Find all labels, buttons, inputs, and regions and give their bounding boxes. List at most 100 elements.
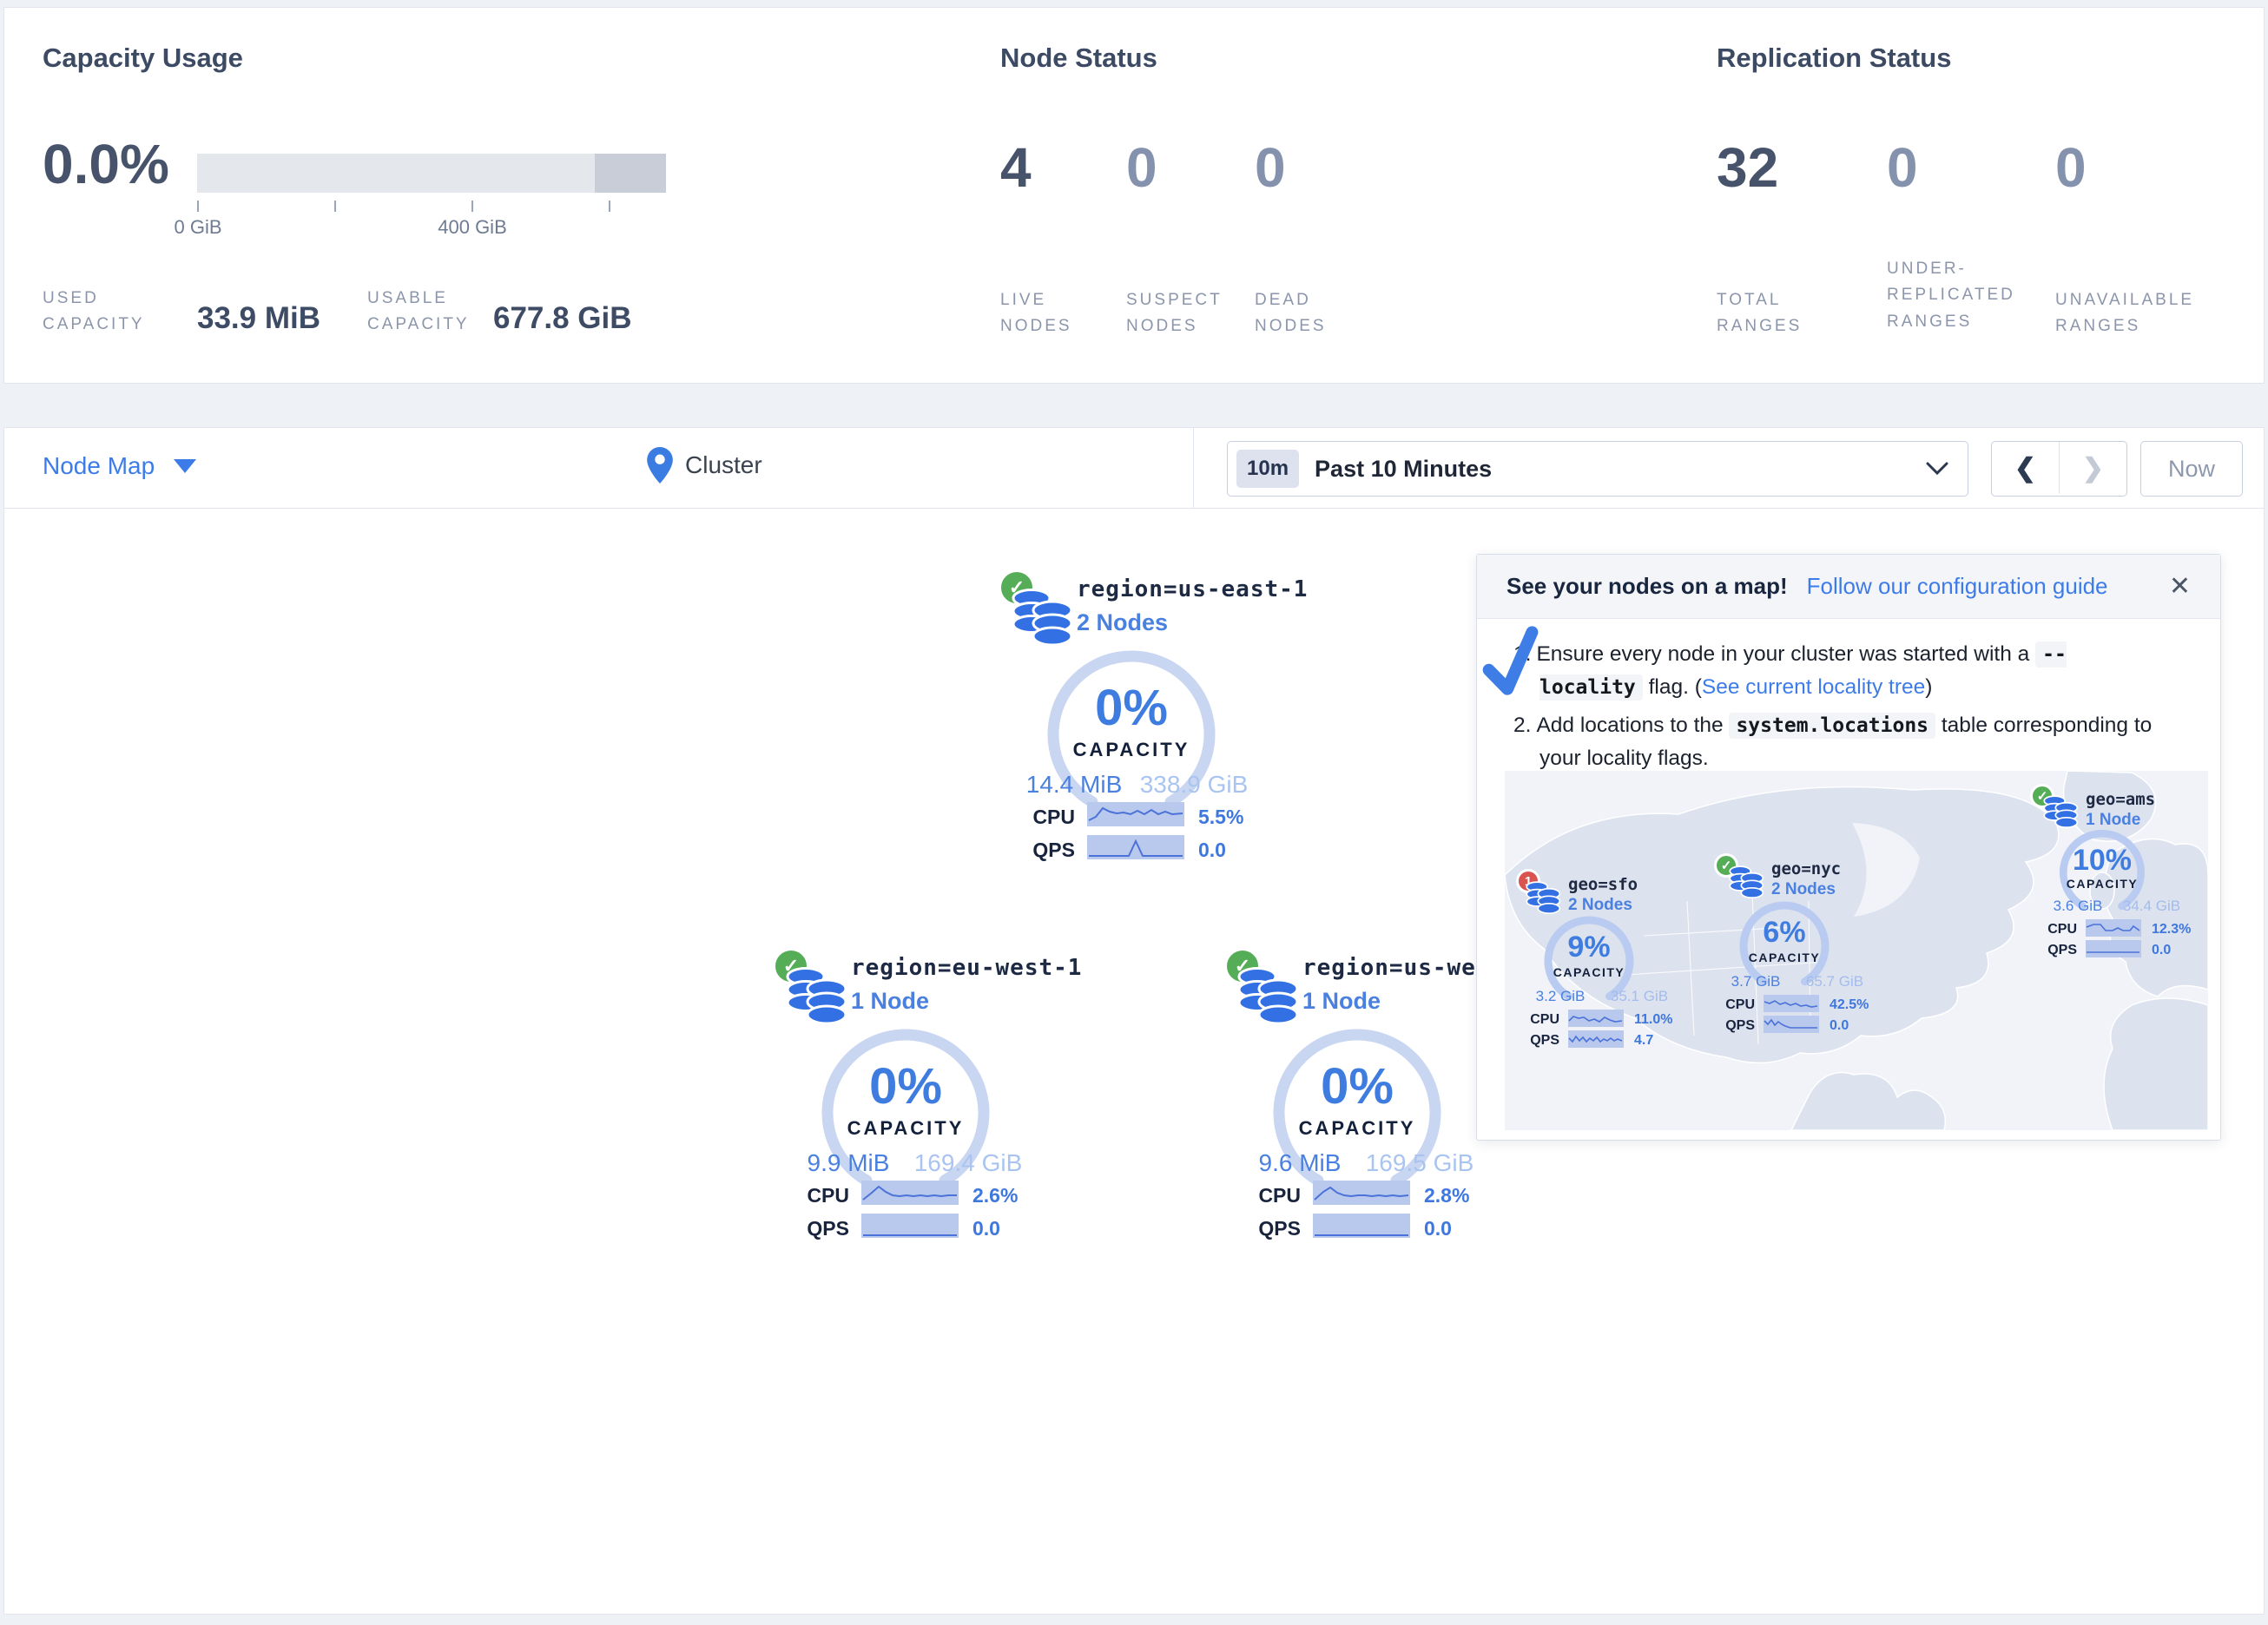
step-1: 1.Ensure every node in your cluster was … [1539, 638, 2161, 704]
locality-tree-link[interactable]: See current locality tree [1702, 675, 1925, 699]
dead-nodes-count: 0 [1255, 140, 1286, 195]
axis-tick-label-0: 0 GiB [174, 216, 221, 239]
database-nodes-icon [1236, 965, 1300, 1026]
now-button[interactable]: Now [2140, 441, 2243, 497]
cpu-value: 5.5% [1198, 806, 1243, 829]
usable-capacity-label: USABLE CAPACITY [367, 286, 470, 339]
under-replicated-label: UNDER- REPLICATED RANGES [1887, 256, 2015, 335]
gauge-total-value: 338.9 GiB [1129, 771, 1259, 799]
under-replicated-count: 0 [1887, 140, 1918, 195]
popup-steps: 1.Ensure every node in your cluster was … [1539, 638, 2161, 775]
configuration-guide-link[interactable]: Follow our configuration guide [1807, 573, 2108, 600]
system-locations-code: system.locations [1729, 713, 1935, 739]
cpu-sparkline [1568, 1010, 1624, 1027]
step-1-text-c: ) [1925, 675, 1932, 699]
qps-label: QPS [2039, 943, 2077, 958]
step-1-text: Ensure every node in your cluster was st… [1536, 642, 2035, 666]
gauge-total-value: 169.4 GiB [903, 1149, 1033, 1177]
gauge-percent: 0% [1270, 1057, 1444, 1115]
gauge-percent: 0% [1045, 679, 1218, 737]
step-2-text: Add locations to the [1536, 714, 1729, 737]
capacity-usage-percent: 0.0% [43, 136, 169, 192]
axis-tick [609, 201, 610, 212]
gauge-total-value: 65.7 GiB [1791, 973, 1878, 990]
replication-status-title: Replication Status [1717, 43, 1951, 74]
total-ranges-label: TOTAL RANGES [1717, 287, 1802, 340]
view-mode-dropdown[interactable]: Node Map [43, 452, 196, 480]
step-1-text-b: flag. ( [1643, 675, 1702, 699]
region-nodes-link[interactable]: 1 Node [1302, 988, 1381, 1015]
qps-label: QPS [1717, 1018, 1755, 1034]
axis-tick [471, 201, 473, 212]
qps-sparkline [1087, 835, 1184, 859]
axis-tick-label-400: 400 GiB [438, 216, 507, 239]
gauge-capacity-label: CAPACITY [1731, 951, 1838, 964]
gauge-total-value: 169.5 GiB [1355, 1149, 1485, 1177]
dead-nodes-label: DEAD NODES [1255, 287, 1327, 340]
cpu-label: CPU [1717, 997, 1755, 1013]
popup-title: See your nodes on a map! [1507, 573, 1788, 600]
time-range-select[interactable]: 10m Past 10 Minutes [1227, 441, 1968, 497]
gauge-percent: 10% [2051, 844, 2153, 878]
cpu-value: 11.0% [1634, 1012, 1672, 1028]
cpu-label: CPU [2039, 922, 2077, 938]
gauge-used-value: 9.9 MiB [788, 1149, 909, 1177]
qps-sparkline [861, 1214, 959, 1238]
unavailable-ranges-label: UNAVAILABLE RANGES [2055, 287, 2194, 340]
qps-sparkline [2086, 940, 2141, 957]
geo-label[interactable]: geo=nyc [1771, 859, 1841, 878]
gauge-capacity-label: CAPACITY [1535, 965, 1643, 979]
gauge-used-value: 3.2 GiB [1521, 988, 1599, 1005]
unavailable-ranges-count: 0 [2055, 140, 2087, 195]
database-nodes-icon [784, 965, 848, 1026]
cpu-sparkline [861, 1181, 959, 1205]
time-prev-button[interactable]: ❮ [1992, 442, 2060, 494]
used-capacity-label: USED CAPACITY [43, 286, 145, 339]
cpu-label: CPU [799, 1184, 849, 1207]
view-toolbar: Node Map Cluster 10m Past 10 Minutes ❮ ❯… [3, 427, 2265, 509]
gauge-total-value: 34.4 GiB [2108, 898, 2195, 915]
time-range-badge: 10m [1236, 450, 1299, 488]
cpu-label: CPU [1521, 1012, 1559, 1028]
time-next-button[interactable]: ❯ [2060, 442, 2126, 494]
region-label[interactable]: region=eu-west-1 [851, 955, 1082, 981]
map-pin-icon [647, 447, 673, 484]
cpu-value: 12.3% [2152, 922, 2191, 938]
capacity-usage-title: Capacity Usage [43, 43, 243, 74]
gauge-capacity-label: CAPACITY [1045, 739, 1218, 761]
region-nodes-link[interactable]: 2 Nodes [1077, 609, 1168, 636]
qps-label: QPS [1521, 1033, 1559, 1049]
gauge-used-value: 9.6 MiB [1239, 1149, 1361, 1177]
region-label[interactable]: region=us-east-1 [1077, 576, 1308, 602]
qps-sparkline [1313, 1214, 1410, 1238]
view-mode-label: Node Map [43, 452, 155, 480]
gauge-used-value: 3.6 GiB [2039, 898, 2117, 915]
capacity-usage-bar [197, 154, 666, 193]
cpu-value: 2.8% [1424, 1184, 1469, 1207]
usable-capacity-value: 677.8 GiB [493, 301, 632, 336]
geo-label[interactable]: geo=sfo [1568, 875, 1638, 894]
axis-tick [197, 201, 199, 212]
breadcrumb-label: Cluster [685, 451, 762, 479]
live-nodes-label: LIVE NODES [1000, 287, 1072, 340]
qps-value: 0.0 [1198, 839, 1226, 862]
cluster-overview-page: Capacity Usage 0.0% 0 GiB 400 GiB USED C… [0, 0, 2268, 1625]
qps-value: 0.0 [2152, 943, 2171, 958]
blue-check-icon [1478, 625, 1546, 702]
toolbar-divider [1193, 428, 1194, 510]
chevron-down-icon [1926, 462, 1948, 476]
qps-sparkline [1764, 1016, 1819, 1033]
database-nodes-icon [1010, 587, 1074, 648]
gauge-capacity-label: CAPACITY [819, 1117, 992, 1140]
region-nodes-link[interactable]: 1 Node [851, 988, 929, 1015]
close-icon[interactable]: ✕ [2169, 574, 2191, 600]
geo-label[interactable]: geo=ams [2086, 790, 2155, 809]
gauge-used-value: 3.7 GiB [1717, 973, 1795, 990]
breadcrumb[interactable]: Cluster [647, 447, 762, 484]
qps-value: 0.0 [972, 1217, 1000, 1240]
gauge-capacity-label: CAPACITY [2051, 877, 2153, 891]
qps-value: 0.0 [1424, 1217, 1452, 1240]
cpu-sparkline [1087, 802, 1184, 826]
gauge-percent: 9% [1535, 931, 1643, 964]
node-status-title: Node Status [1000, 43, 1157, 74]
